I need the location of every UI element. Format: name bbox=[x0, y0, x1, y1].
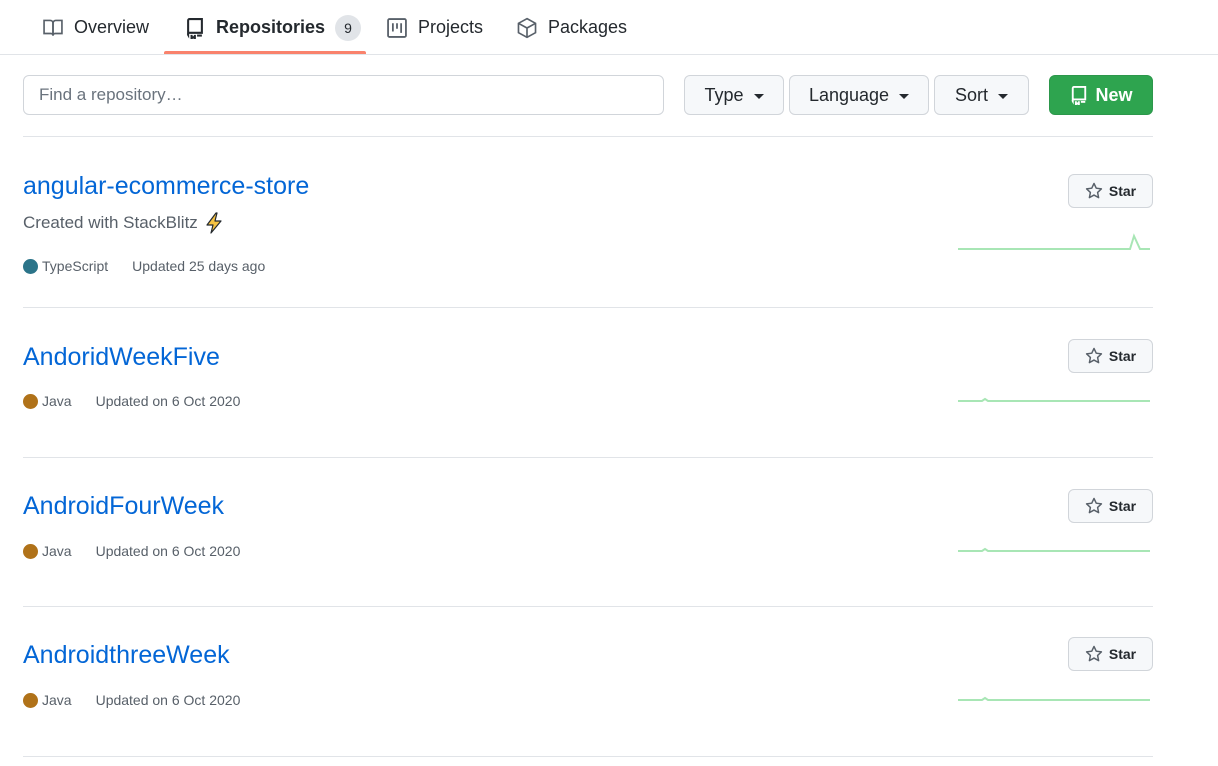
new-repository-button[interactable]: New bbox=[1049, 75, 1153, 115]
new-button-label: New bbox=[1095, 84, 1133, 105]
repo-meta: Java Updated on 6 Oct 2020 bbox=[23, 692, 240, 708]
type-dropdown[interactable]: Type bbox=[684, 75, 784, 115]
language-dropdown[interactable]: Language bbox=[789, 75, 929, 115]
sort-dropdown[interactable]: Sort bbox=[934, 75, 1029, 115]
star-icon bbox=[1085, 645, 1103, 663]
language-dropdown-label: Language bbox=[808, 84, 890, 105]
active-tab-underline bbox=[164, 51, 366, 54]
repo-list-item: angular-ecommerce-store Created with Sta… bbox=[23, 137, 1153, 308]
star-icon bbox=[1085, 182, 1103, 200]
profile-tab-nav: Overview Repositories 9 Projects Package… bbox=[0, 0, 1218, 55]
star-icon bbox=[1085, 347, 1103, 365]
repo-meta: Java Updated on 6 Oct 2020 bbox=[23, 543, 240, 559]
package-icon bbox=[516, 17, 538, 39]
tab-packages[interactable]: Packages bbox=[516, 0, 627, 55]
caret-down-icon bbox=[753, 93, 764, 99]
repo-filter-bar: Type Language Sort New bbox=[0, 75, 1218, 115]
repo-name-link[interactable]: AndroidFourWeek bbox=[23, 492, 224, 521]
repo-name-link[interactable]: AndroidthreeWeek bbox=[23, 641, 230, 670]
tab-label: Overview bbox=[74, 17, 150, 37]
tab-repositories[interactable]: Repositories 9 bbox=[184, 0, 362, 55]
star-button[interactable]: Star bbox=[1068, 174, 1153, 208]
repo-updated: Updated on 6 Oct 2020 bbox=[95, 393, 241, 409]
repo-updated: Updated on 6 Oct 2020 bbox=[95, 543, 241, 559]
repo-list-item: AndroidFourWeek Java Updated on 6 Oct 20… bbox=[23, 458, 1153, 607]
repo-language: Java bbox=[42, 543, 72, 559]
repo-name-link[interactable]: AndoridWeekFive bbox=[23, 343, 220, 372]
lightning-icon bbox=[204, 212, 224, 234]
language-color-dot bbox=[23, 543, 38, 559]
language-color-dot bbox=[23, 393, 38, 409]
star-button[interactable]: Star bbox=[1068, 489, 1153, 523]
tab-label: Projects bbox=[418, 17, 484, 37]
star-label: Star bbox=[1108, 646, 1137, 662]
repo-language: Java bbox=[42, 393, 72, 409]
book-icon bbox=[42, 17, 64, 39]
repo-description: Created with StackBlitz bbox=[23, 212, 224, 234]
activity-sparkline bbox=[958, 233, 1150, 250]
activity-sparkline bbox=[958, 547, 1150, 552]
tab-label: Repositories bbox=[216, 17, 326, 37]
activity-sparkline bbox=[958, 696, 1150, 701]
star-icon bbox=[1085, 497, 1103, 515]
language-color-dot bbox=[23, 258, 38, 274]
repo-meta: Java Updated on 6 Oct 2020 bbox=[23, 393, 240, 409]
language-color-dot bbox=[23, 692, 38, 708]
repo-language: Java bbox=[42, 692, 72, 708]
repo-description-text: Created with StackBlitz bbox=[23, 213, 198, 232]
star-label: Star bbox=[1108, 183, 1137, 199]
repo-list-item: AndroidthreeWeek Java Updated on 6 Oct 2… bbox=[23, 607, 1153, 757]
tab-overview[interactable]: Overview bbox=[42, 0, 149, 55]
tab-projects[interactable]: Projects bbox=[386, 0, 483, 55]
caret-down-icon bbox=[998, 93, 1008, 99]
repo-icon bbox=[184, 17, 206, 39]
star-button[interactable]: Star bbox=[1068, 339, 1153, 373]
repo-meta: TypeScript Updated 25 days ago bbox=[23, 258, 265, 274]
repo-updated: Updated 25 days ago bbox=[132, 258, 266, 274]
repo-icon bbox=[1069, 85, 1089, 105]
repo-list-item: AndoridWeekFive Java Updated on 6 Oct 20… bbox=[23, 308, 1153, 458]
star-label: Star bbox=[1108, 498, 1137, 514]
project-icon bbox=[386, 17, 408, 39]
star-button[interactable]: Star bbox=[1068, 637, 1153, 671]
activity-sparkline bbox=[958, 397, 1150, 402]
repo-language: TypeScript bbox=[42, 258, 109, 274]
repo-name-link[interactable]: angular-ecommerce-store bbox=[23, 172, 309, 201]
sort-dropdown-label: Sort bbox=[954, 84, 988, 105]
repo-count-badge: 9 bbox=[335, 14, 362, 41]
star-label: Star bbox=[1108, 348, 1137, 364]
repo-updated: Updated on 6 Oct 2020 bbox=[95, 692, 241, 708]
tab-label: Packages bbox=[548, 17, 628, 37]
find-repository-input[interactable] bbox=[23, 75, 664, 115]
caret-down-icon bbox=[899, 93, 910, 99]
type-dropdown-label: Type bbox=[704, 84, 744, 105]
